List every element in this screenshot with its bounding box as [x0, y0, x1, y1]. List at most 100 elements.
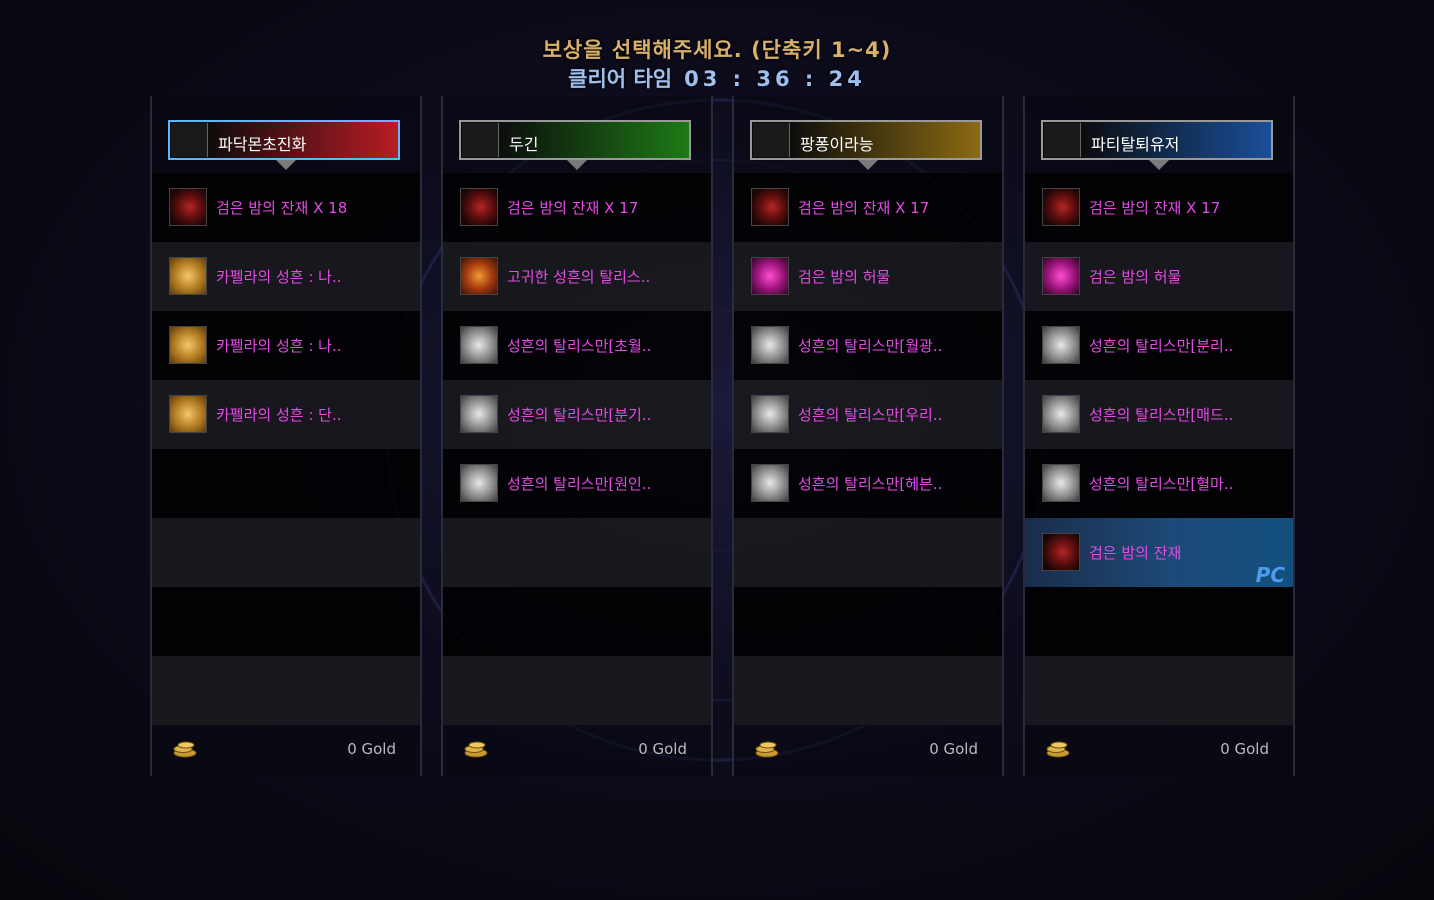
player-header: 팡퐁이라능: [750, 120, 982, 170]
reward-item-row[interactable]: 카펠라의 성흔 : 나..: [152, 242, 420, 311]
empty-row: [1025, 656, 1293, 725]
player-name: 파티탈퇴유저: [1091, 135, 1180, 154]
gold-reward: 0 Gold: [734, 728, 1002, 768]
item-name: 검은 밤의 잔재 X 17: [507, 199, 639, 217]
item-name: 검은 밤의 잔재 X 17: [798, 199, 930, 217]
item-name: 성흔의 탈리스만[헤븐..: [798, 475, 943, 493]
reward-item-row[interactable]: 검은 밤의 잔재 X 17: [734, 173, 1002, 242]
stigma-talisman-icon: [751, 326, 789, 364]
pc-tag: PC: [1255, 563, 1285, 587]
reward-select-title: 보상을 선택해주세요. (단축키 1~4): [542, 38, 892, 62]
reward-column-3[interactable]: 팡퐁이라능검은 밤의 잔재 X 17 검은 밤의 허물성흔의 탈리스만[월광.. 성…: [732, 96, 1004, 776]
gold-amount: 0 Gold: [347, 740, 396, 758]
reward-item-row[interactable]: 성흔의 탈리스만[월광..: [734, 311, 1002, 380]
clear-time-value: 03 : 36 : 24: [684, 67, 866, 91]
player-header: 파티탈퇴유저: [1041, 120, 1273, 170]
reward-item-row[interactable]: 성흔의 탈리스만[매드..: [1025, 380, 1293, 449]
header-pointer-icon: [1149, 160, 1169, 170]
gold-amount: 0 Gold: [638, 740, 687, 758]
item-name: 성흔의 탈리스만[원인..: [507, 475, 652, 493]
item-name: 검은 밤의 잔재: [1089, 544, 1182, 562]
reward-item-row[interactable]: 성흔의 탈리스만[분리..: [1025, 311, 1293, 380]
item-name: 검은 밤의 잔재 X 17: [1089, 199, 1221, 217]
reward-item-row[interactable]: 검은 밤의 잔재 PC: [1025, 518, 1293, 587]
reward-item-row[interactable]: 검은 밤의 잔재 X 18: [152, 173, 420, 242]
item-name: 검은 밤의 허물: [1089, 268, 1182, 286]
reward-column-4[interactable]: 파티탈퇴유저검은 밤의 잔재 X 17 검은 밤의 허물성흔의 탈리스만[분리..…: [1023, 96, 1295, 776]
item-name: 성흔의 탈리스만[분리..: [1089, 337, 1234, 355]
stigma-talisman-icon: [460, 395, 498, 433]
reward-item-row[interactable]: 검은 밤의 잔재 X 17: [443, 173, 711, 242]
black-night-remnant-icon: [169, 188, 207, 226]
player-avatar: [462, 123, 499, 157]
clear-time: 클리어 타임 03 : 36 : 24: [0, 63, 1434, 93]
item-name: 성흔의 탈리스만[월광..: [798, 337, 943, 355]
item-name: 카펠라의 성흔 : 나..: [216, 337, 342, 355]
player-name: 두긴: [509, 135, 539, 154]
empty-row: [443, 587, 711, 656]
item-name: 검은 밤의 허물: [798, 268, 891, 286]
reward-item-row[interactable]: 성흔의 탈리스만[헤븐..: [734, 449, 1002, 518]
reward-item-row[interactable]: 검은 밤의 허물: [734, 242, 1002, 311]
gold-reward: 0 Gold: [1025, 728, 1293, 768]
noble-stigma-talisman-icon: [460, 257, 498, 295]
reward-item-row[interactable]: 성흔의 탈리스만[혈마..: [1025, 449, 1293, 518]
gold-reward: 0 Gold: [152, 728, 420, 768]
reward-item-row[interactable]: 성흔의 탈리스만[초월..: [443, 311, 711, 380]
header-pointer-icon: [567, 160, 587, 170]
empty-row: [1025, 587, 1293, 656]
reward-item-row[interactable]: 성흔의 탈리스만[분기..: [443, 380, 711, 449]
empty-row: [152, 656, 420, 725]
empty-row: [152, 518, 420, 587]
reward-item-row[interactable]: 성흔의 탈리스만[원인..: [443, 449, 711, 518]
stigma-talisman-icon: [1042, 395, 1080, 433]
header-pointer-icon: [276, 160, 296, 170]
reward-item-row[interactable]: 검은 밤의 허물: [1025, 242, 1293, 311]
black-night-remnant-icon: [751, 188, 789, 226]
header-pointer-icon: [858, 160, 878, 170]
gold-reward: 0 Gold: [443, 728, 711, 768]
gold-amount: 0 Gold: [929, 740, 978, 758]
stigma-talisman-icon: [751, 395, 789, 433]
reward-column-2[interactable]: 두긴검은 밤의 잔재 X 17 고귀한 성흔의 탈리스.. 성흔의 탈리스만[초월.…: [441, 96, 713, 776]
player-name: 팡퐁이라능: [800, 135, 874, 154]
empty-row: [734, 587, 1002, 656]
gold-coin-icon: [1046, 741, 1070, 758]
black-night-remnant-icon: [1042, 188, 1080, 226]
reward-column-1[interactable]: 파닥몬초진화검은 밤의 잔재 X 18 카펠라의 성흔 : 나.. 카펠라의 성흔 …: [150, 96, 422, 776]
capella-stigma-icon: [169, 257, 207, 295]
player-name: 파닥몬초진화: [218, 135, 307, 154]
player-header: 파닥몬초진화: [168, 120, 400, 170]
stigma-talisman-icon: [751, 464, 789, 502]
item-name: 고귀한 성흔의 탈리스..: [507, 268, 651, 286]
item-name: 카펠라의 성흔 : 나..: [216, 268, 342, 286]
black-night-husk-icon: [1042, 257, 1080, 295]
reward-item-row[interactable]: 검은 밤의 잔재 X 17: [1025, 173, 1293, 242]
player-avatar: [753, 123, 790, 157]
player-avatar: [1044, 123, 1081, 157]
gold-coin-icon: [464, 741, 488, 758]
reward-item-row[interactable]: 카펠라의 성흔 : 나..: [152, 311, 420, 380]
item-name: 성흔의 탈리스만[분기..: [507, 406, 652, 424]
item-name: 성흔의 탈리스만[혈마..: [1089, 475, 1234, 493]
black-night-remnant-icon: [1042, 533, 1080, 571]
reward-item-row[interactable]: 카펠라의 성흔 : 단..: [152, 380, 420, 449]
empty-row: [152, 449, 420, 518]
reward-item-row[interactable]: 성흔의 탈리스만[우리..: [734, 380, 1002, 449]
capella-stigma-icon: [169, 326, 207, 364]
gold-coin-icon: [755, 741, 779, 758]
capella-stigma-icon: [169, 395, 207, 433]
item-name: 검은 밤의 잔재 X 18: [216, 199, 348, 217]
black-night-husk-icon: [751, 257, 789, 295]
reward-item-row[interactable]: 고귀한 성흔의 탈리스..: [443, 242, 711, 311]
item-name: 성흔의 탈리스만[우리..: [798, 406, 943, 424]
clear-time-label: 클리어 타임: [568, 67, 673, 91]
item-name: 카펠라의 성흔 : 단..: [216, 406, 342, 424]
item-name: 성흔의 탈리스만[초월..: [507, 337, 652, 355]
player-avatar: [171, 123, 208, 157]
stigma-talisman-icon: [460, 326, 498, 364]
player-header: 두긴: [459, 120, 691, 170]
black-night-remnant-icon: [460, 188, 498, 226]
gold-coin-icon: [173, 741, 197, 758]
empty-row: [443, 656, 711, 725]
